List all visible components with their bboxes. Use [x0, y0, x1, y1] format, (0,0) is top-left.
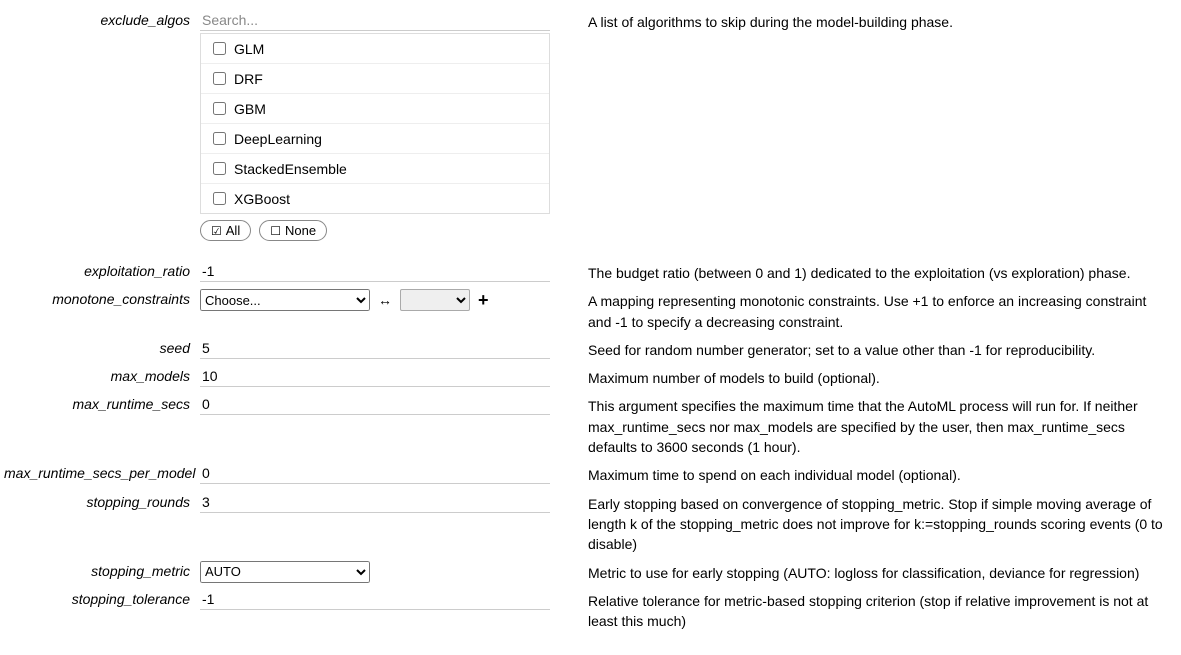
desc-max-runtime-secs-per-model: Maximum time to spend on each individual…	[580, 461, 1169, 485]
checkbox-label: DeepLearning	[234, 131, 322, 147]
desc-monotone-constraints: A mapping representing monotonic constra…	[580, 287, 1169, 332]
checkbox[interactable]	[213, 192, 226, 205]
checkbox-label: DRF	[234, 71, 263, 87]
exclude-algos-item[interactable]: DeepLearning	[201, 123, 549, 153]
label-stopping-tolerance: stopping_tolerance	[4, 587, 200, 607]
desc-max-runtime-secs: This argument specifies the maximum time…	[580, 392, 1169, 457]
select-all-button[interactable]: ☑ All	[200, 220, 251, 241]
checkbox-label: GLM	[234, 41, 264, 57]
desc-stopping-metric: Metric to use for early stopping (AUTO: …	[580, 559, 1169, 583]
stopping-metric-select[interactable]: AUTO	[200, 561, 370, 583]
label-max-runtime-secs: max_runtime_secs	[4, 392, 200, 412]
maps-to-icon: ↔	[378, 292, 392, 308]
uncheck-icon: ☐	[270, 225, 281, 237]
button-label: All	[226, 223, 240, 238]
checkbox[interactable]	[213, 102, 226, 115]
desc-stopping-rounds: Early stopping based on convergence of s…	[580, 490, 1169, 555]
exclude-algos-item[interactable]: GBM	[201, 93, 549, 123]
select-none-button[interactable]: ☐ None	[259, 220, 327, 241]
stopping-rounds-input[interactable]	[200, 492, 550, 513]
max-runtime-secs-per-model-input[interactable]	[200, 463, 550, 484]
label-max-runtime-secs-per-model: max_runtime_secs_per_model	[4, 461, 200, 481]
exclude-algos-item[interactable]: DRF	[201, 63, 549, 93]
desc-seed: Seed for random number generator; set to…	[580, 336, 1169, 360]
max-models-input[interactable]	[200, 366, 550, 387]
exclude-algos-item[interactable]: StackedEnsemble	[201, 153, 549, 183]
button-label: None	[285, 223, 316, 238]
seed-input[interactable]	[200, 338, 550, 359]
check-icon: ☑	[211, 225, 222, 237]
monotone-column-select[interactable]: Choose...	[200, 289, 370, 311]
label-seed: seed	[4, 336, 200, 356]
stopping-tolerance-input[interactable]	[200, 589, 550, 610]
max-runtime-secs-input[interactable]	[200, 394, 550, 415]
label-exploitation-ratio: exploitation_ratio	[4, 259, 200, 279]
label-monotone-constraints: monotone_constraints	[4, 287, 200, 307]
exclude-algos-list: GLM DRF GBM DeepLearning StackedEnsemble…	[200, 33, 550, 214]
label-stopping-rounds: stopping_rounds	[4, 490, 200, 510]
desc-stopping-tolerance: Relative tolerance for metric-based stop…	[580, 587, 1169, 632]
desc-exploitation-ratio: The budget ratio (between 0 and 1) dedic…	[580, 259, 1169, 283]
checkbox-label: StackedEnsemble	[234, 161, 347, 177]
add-constraint-button[interactable]: +	[478, 291, 489, 309]
label-stopping-metric: stopping_metric	[4, 559, 200, 579]
desc-exclude-algos: A list of algorithms to skip during the …	[580, 8, 1169, 32]
checkbox-label: GBM	[234, 101, 266, 117]
monotone-value-select[interactable]	[400, 289, 470, 311]
exploitation-ratio-input[interactable]	[200, 261, 550, 282]
checkbox-label: XGBoost	[234, 191, 290, 207]
checkbox[interactable]	[213, 132, 226, 145]
exclude-algos-item[interactable]: GLM	[201, 34, 549, 63]
desc-max-models: Maximum number of models to build (optio…	[580, 364, 1169, 388]
checkbox[interactable]	[213, 162, 226, 175]
exclude-algos-search-input[interactable]	[200, 10, 550, 31]
checkbox[interactable]	[213, 72, 226, 85]
label-max-models: max_models	[4, 364, 200, 384]
exclude-algos-item[interactable]: XGBoost	[201, 183, 549, 213]
label-exclude-algos: exclude_algos	[4, 8, 200, 28]
checkbox[interactable]	[213, 42, 226, 55]
